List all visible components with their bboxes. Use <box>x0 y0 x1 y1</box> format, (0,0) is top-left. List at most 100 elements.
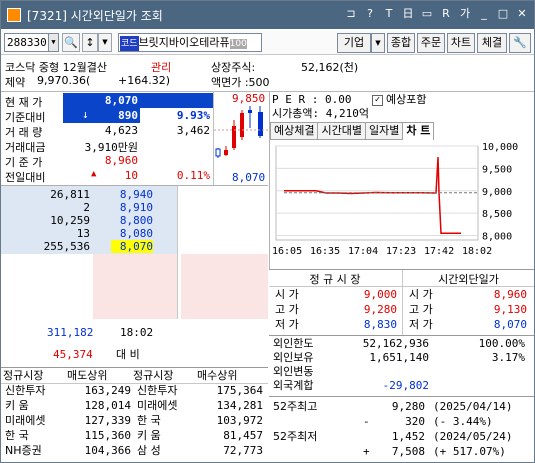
session-label: 고 가 <box>275 303 299 316</box>
ext-value: 8,070 <box>493 318 527 331</box>
buy-volume: 134,281 <box>216 399 263 412</box>
minimize-icon[interactable]: _ <box>476 6 492 22</box>
tab-by-date[interactable]: 일자별 <box>364 122 404 140</box>
w52-value: 9,280 <box>391 400 425 413</box>
intraday-chart: 10,000 9,500 9,000 8,500 8,000 16:05 16:35 17:0… <box>272 142 518 257</box>
maximize-icon[interactable]: □ <box>495 6 511 22</box>
book-time: 18:02 <box>120 326 154 339</box>
stock-info: 코스닥 중형 12월결산 관리 상장주식: 52,162(천) 제약 9,970… <box>1 56 534 92</box>
trades-button[interactable]: 체결 <box>477 33 507 53</box>
prev-change-percent: 0.11% <box>176 169 210 182</box>
mini-low: 8,070 <box>232 171 266 184</box>
x-tick-label: 17:04 <box>348 246 378 257</box>
ask-price[interactable]: 8,910 <box>111 201 153 214</box>
tab-chart[interactable]: 차 트 <box>402 122 435 140</box>
title-bar: [7321] 시간외단일가 조회 ⊐ ? T 日 ▭ R 가 _ □ ✕ <box>1 1 534 29</box>
per-label: P E R : 0.00 <box>272 93 352 106</box>
company-button[interactable]: 기업 <box>337 33 371 53</box>
base-price: 8,960 <box>104 154 138 167</box>
up-triangle-icon: ▲ <box>91 169 97 179</box>
x-tick-label: 18:02 <box>462 246 492 257</box>
foreign-value: 1,651,140 <box>369 351 429 364</box>
volume-row: 거 래 량 4,623 3,462 <box>5 124 210 139</box>
broker-header: 매도상위 <box>67 369 108 382</box>
search-icon[interactable]: 🔍 <box>62 33 80 52</box>
ask-price[interactable]: 8,800 <box>111 214 153 227</box>
name-tail: 100 <box>229 39 247 49</box>
sector-index: 9,970.36( <box>37 74 91 87</box>
prev-change: 10 <box>124 169 138 182</box>
window-title: [7321] 시간외단일가 조회 <box>27 9 163 23</box>
w52-value: 1,452 <box>391 430 425 443</box>
app-icon <box>7 8 21 22</box>
x-tick-label: 17:42 <box>424 246 454 257</box>
change-percent: 9.93% <box>176 109 210 122</box>
right-top-panel: P E R : 0.00 ✓ 예상포함 시가총액: 4,210억 예상체결 시간… <box>269 92 534 269</box>
sort-dropdown-icon[interactable]: ▼ <box>98 33 112 52</box>
company-dropdown-icon[interactable]: ▼ <box>371 33 385 53</box>
regular-value: 9,000 <box>363 288 397 301</box>
w52-value: 320 <box>405 415 425 428</box>
buy-broker: 키 움 <box>137 429 161 442</box>
sell-volume: 163,249 <box>84 384 131 397</box>
tab-by-time[interactable]: 시간대별 <box>317 122 366 140</box>
sell-volume: 127,339 <box>84 414 131 427</box>
sell-broker: 키 움 <box>5 399 29 412</box>
ext-value: 8,960 <box>493 288 527 301</box>
session-table: 정 규 시 장 시간외단일가 시 가 9,000 시 가 8,960 고 가 9,280 고… <box>269 269 534 336</box>
sell-volume: 128,014 <box>84 399 131 412</box>
wrench-icon[interactable]: 🔧 <box>509 33 531 53</box>
ask-price[interactable]: 8,940 <box>111 188 153 201</box>
ask-price[interactable]: 8,080 <box>111 227 153 240</box>
ask-price[interactable]: 8,070 <box>111 240 153 253</box>
ext-label: 고 가 <box>409 303 433 316</box>
foreign-table: 외인한도 52,162,936 100.00% 외인보유 1,651,140 3.17% 외… <box>269 335 534 395</box>
help-icon[interactable]: ? <box>362 6 378 22</box>
sector-change: +164.32) <box>118 74 170 87</box>
window: [7321] 시간외단일가 조회 ⊐ ? T 日 ▭ R 가 _ □ ✕ 288… <box>0 0 535 463</box>
market-info: 코스닥 중형 12월결산 <box>5 61 107 74</box>
tab-estimate[interactable]: 예상체결 <box>270 122 319 140</box>
extended-header: 시간외단일가 <box>438 273 499 286</box>
order-button[interactable]: 주문 <box>417 33 445 53</box>
estimate-checkbox[interactable]: ✓ <box>372 95 383 106</box>
buy-volume: 175,364 <box>216 384 263 397</box>
x-tick-label: 16:35 <box>310 246 340 257</box>
sell-broker: 미래에셋 <box>5 414 46 427</box>
down-arrow-icon: ↓ <box>82 108 89 121</box>
screen-icon[interactable]: ▭ <box>419 6 435 22</box>
foreign-percent: 100.00% <box>478 337 525 350</box>
chevron-down-icon[interactable]: ▼ <box>48 33 59 52</box>
net-label: 대 비 <box>116 348 140 361</box>
current-price-row: 현 재 가 8,070 <box>1 93 213 109</box>
buy-broker: 삼 성 <box>137 444 161 457</box>
sell-volume: 104,366 <box>84 444 131 457</box>
amount-row: 거래대금 3,910만원 <box>5 141 138 154</box>
stock-name-field[interactable]: 코드브릿지바이오테라퓨100 <box>118 33 262 52</box>
foreign-label: 외인한도 <box>273 337 314 350</box>
broker-table: 정규시장 매도상위 정규시장 매수상위 신한투자 163,249 신한투자 175,364 키 … <box>1 367 268 463</box>
w52-detail: (+ 517.07%) <box>433 445 506 458</box>
tab-strip: 예상체결 시간대별 일자별 차 트 <box>270 122 435 140</box>
link-icon[interactable]: 日 <box>400 6 416 22</box>
foreign-label: 외국계합 <box>273 379 314 392</box>
ext-label: 저 가 <box>409 318 433 331</box>
lang-icon[interactable]: 가 <box>457 6 473 22</box>
y-tick-label: 8,000 <box>482 232 512 243</box>
sort-icon[interactable]: ↕ <box>82 33 98 52</box>
pin-icon[interactable]: ⊐ <box>343 6 359 22</box>
summary-button[interactable]: 종합 <box>387 33 415 53</box>
y-tick-label: 9,000 <box>482 187 512 198</box>
listed-value: 52,162(천) <box>301 61 359 74</box>
close-icon[interactable]: ✕ <box>514 6 530 22</box>
y-tick-label: 10,000 <box>482 142 518 153</box>
refresh-icon[interactable]: R <box>438 6 454 22</box>
window-controls: ⊐ ? T 日 ▭ R 가 _ □ ✕ <box>343 6 530 22</box>
ext-label: 시 가 <box>409 288 433 301</box>
w52-label: 52주최저 <box>273 430 318 443</box>
font-icon[interactable]: T <box>381 6 397 22</box>
chart-button[interactable]: 차트 <box>447 33 475 53</box>
broker-header: 매수상위 <box>197 369 238 382</box>
buy-broker: 미래에셋 <box>137 399 178 412</box>
foreign-value: 52,162,936 <box>362 337 429 350</box>
